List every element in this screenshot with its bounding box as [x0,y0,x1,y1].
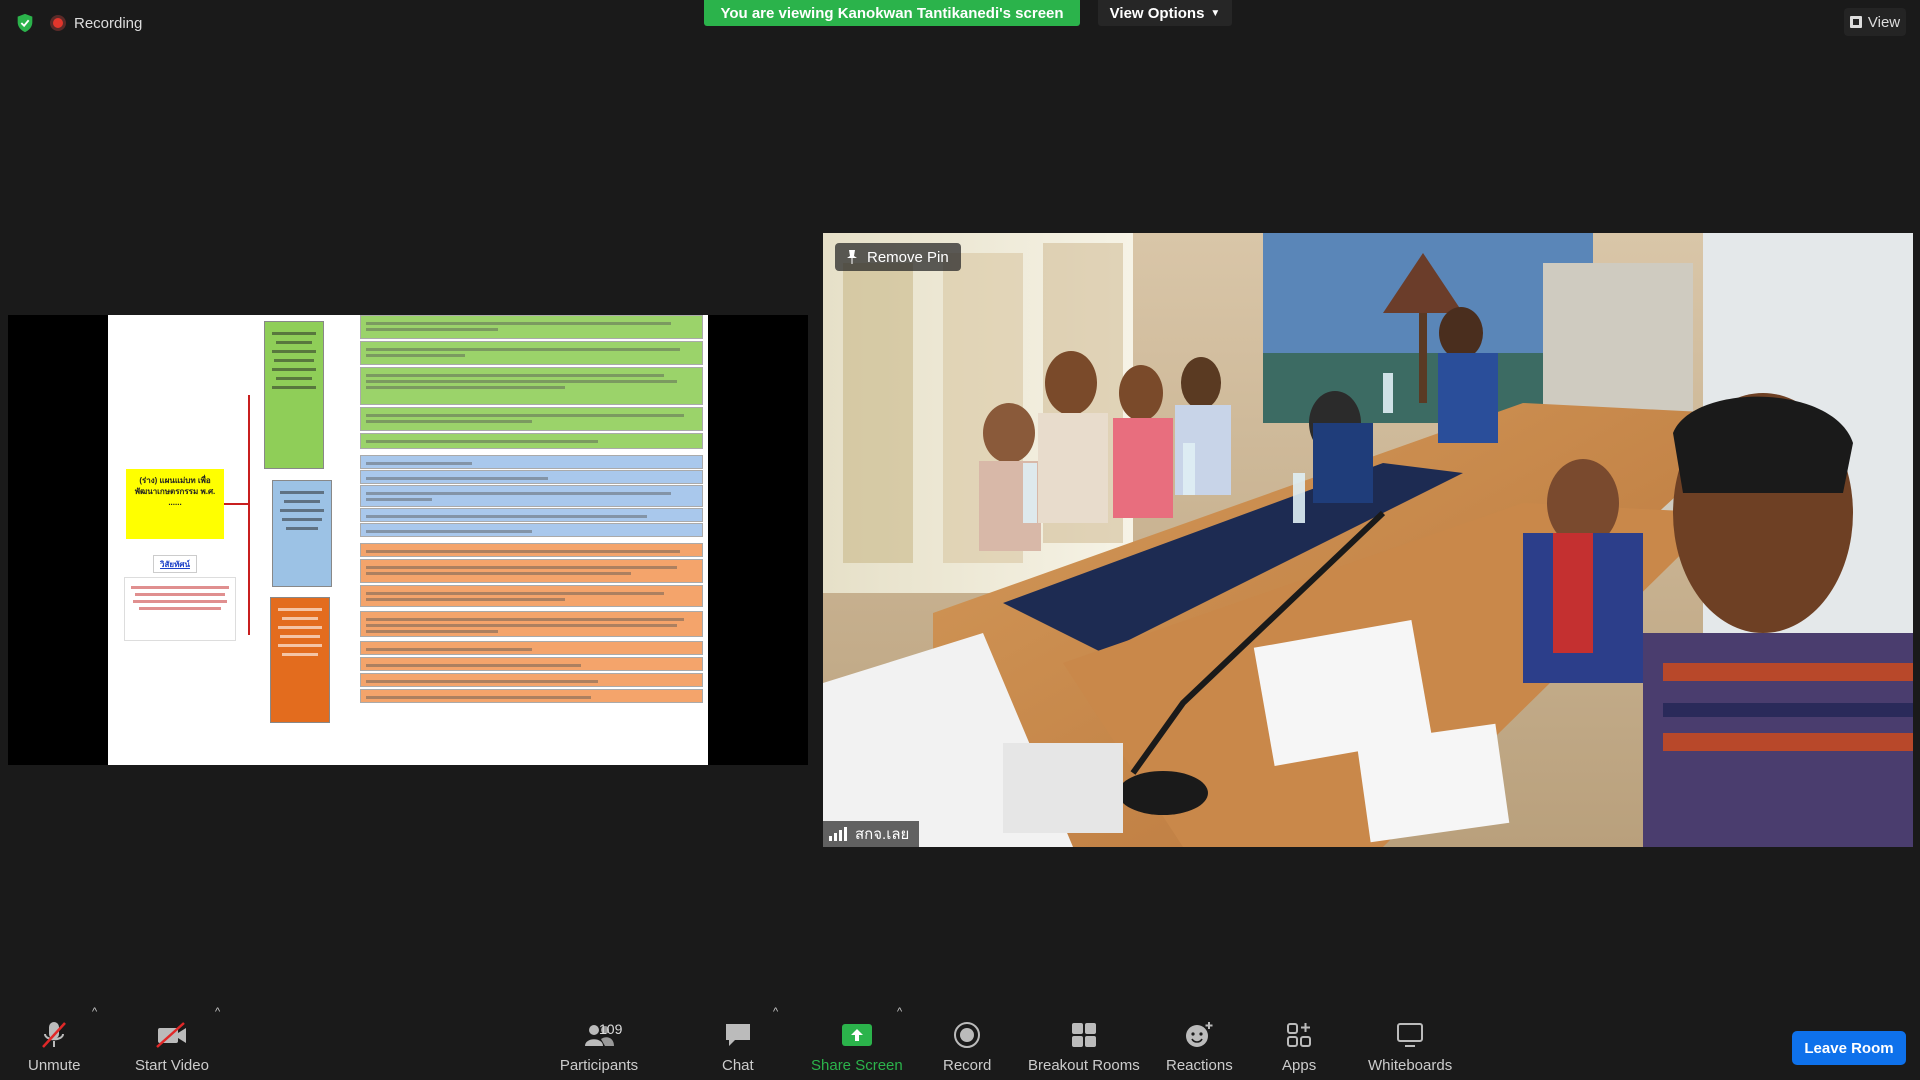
shield-check-icon[interactable] [14,12,36,34]
slide: (ร่าง) แผนแม่บท เพื่อพัฒนาเกษตรกรรม พ.ศ.… [108,315,708,765]
record-label: Record [943,1057,992,1074]
record-button[interactable]: Record [943,1019,991,1074]
list-item [360,673,703,687]
microphone-muted-icon [42,1022,67,1048]
pin-icon [847,250,857,264]
meeting-toolbar: Unmute ^ Start Video ^ 109 Participants [0,998,1920,1080]
viewing-banner: You are viewing Kanokwan Tantikanedi's s… [704,0,1080,26]
strategy-1-box [264,321,324,469]
list-item [360,657,703,671]
recording-dot-icon [50,15,66,31]
recording-indicator[interactable]: Recording [50,15,142,32]
reactions-label: Reactions [1166,1057,1233,1074]
share-options-caret-icon[interactable]: ^ [897,1006,902,1018]
signal-strength-icon [829,827,847,841]
whiteboard-icon [1397,1023,1424,1047]
leave-room-button[interactable]: Leave Room [1792,1031,1906,1065]
chat-button[interactable]: Chat [722,1019,754,1074]
apps-icon [1287,1023,1312,1047]
record-icon [954,1022,981,1048]
list-item [360,341,703,365]
list-item [360,315,703,339]
participants-count: 109 [599,1021,623,1037]
remove-pin-label: Remove Pin [867,248,949,266]
list-item [360,689,703,703]
chat-label: Chat [722,1057,754,1074]
list-item [360,433,703,449]
share-screen-button[interactable]: Share Screen [811,1019,903,1074]
shared-screen: (ร่าง) แผนแม่บท เพื่อพัฒนาเกษตรกรรม พ.ศ.… [8,315,808,765]
recording-label: Recording [74,14,143,32]
share-screen-label: Share Screen [811,1057,903,1074]
unmute-label: Unmute [28,1057,81,1074]
apps-button[interactable]: Apps [1282,1019,1316,1074]
arrow-connector [224,503,248,505]
share-screen-icon [841,1024,872,1046]
whiteboards-label: Whiteboards [1368,1057,1453,1074]
list-item [360,367,703,405]
strategy-2-box [272,480,332,587]
breakout-rooms-icon [1071,1023,1096,1047]
list-item [360,641,703,655]
chevron-down-icon: ▼ [1210,7,1221,19]
list-item [360,523,703,537]
list-item [360,407,703,431]
breakout-rooms-button[interactable]: Breakout Rooms [1028,1019,1140,1074]
bracket-line [248,395,250,635]
view-options-button[interactable]: View Options ▼ [1098,0,1232,26]
meeting-room-video [823,233,1913,847]
whiteboards-button[interactable]: Whiteboards [1368,1019,1452,1074]
audio-options-caret-icon[interactable]: ^ [92,1006,97,1018]
view-options-label: View Options [1109,4,1205,22]
list-item [360,559,703,583]
participant-name-tag: สกจ.เลย [823,821,920,847]
chat-icon [725,1024,750,1046]
reactions-button[interactable]: Reactions [1166,1019,1233,1074]
participants-button[interactable]: 109 Participants [559,1019,639,1074]
list-item [360,585,703,607]
unmute-button[interactable]: Unmute [28,1019,81,1074]
list-item [360,543,703,557]
list-item [360,611,703,637]
participants-label: Participants [559,1057,639,1074]
view-button[interactable]: View [1844,8,1906,36]
vision-title: วิสัยทัศน์ [153,555,197,573]
strategy-2-label [273,481,331,542]
remove-pin-button[interactable]: Remove Pin [835,243,961,271]
video-camera-off-icon [156,1022,186,1048]
chat-options-caret-icon[interactable]: ^ [773,1006,778,1018]
start-video-button[interactable]: Start Video [135,1019,209,1074]
start-video-label: Start Video [135,1057,209,1074]
apps-label: Apps [1282,1057,1317,1074]
list-item [360,470,703,484]
top-status: Recording [14,12,142,34]
list-item [360,455,703,469]
layout-icon [1849,16,1862,28]
pinned-video-tile[interactable]: Remove Pin สกจ.เลย [823,233,1913,847]
strategy-3-label [271,598,329,668]
plan-title-box: (ร่าง) แผนแม่บท เพื่อพัฒนาเกษตรกรรม พ.ศ.… [126,469,224,539]
participant-name: สกจ.เลย [855,826,910,843]
video-options-caret-icon[interactable]: ^ [215,1006,220,1018]
reactions-icon [1186,1022,1213,1047]
list-item [360,508,703,522]
view-label: View [1867,13,1901,31]
vision-body [124,577,236,641]
strategy-3-box [270,597,330,723]
breakout-rooms-label: Breakout Rooms [1028,1057,1140,1074]
action-rows [360,315,705,765]
strategy-1-label [265,322,323,401]
list-item [360,485,703,507]
